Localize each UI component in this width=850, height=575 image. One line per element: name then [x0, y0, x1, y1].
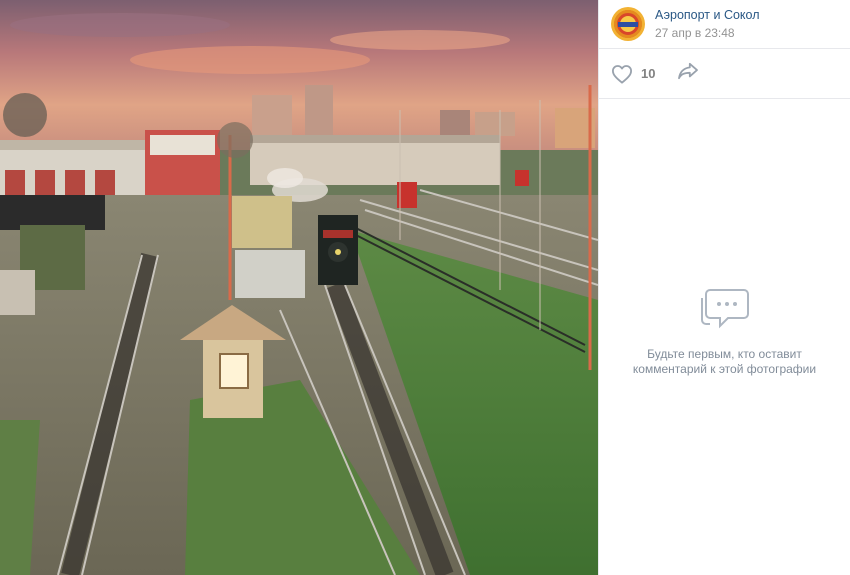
share-icon	[678, 62, 699, 80]
photo-viewer[interactable]	[0, 0, 598, 575]
post-meta: Аэропорт и Сокол 27 апр в 23:48	[655, 7, 760, 41]
heart-icon	[612, 64, 632, 84]
no-comments-placeholder: Будьте первым, кто оставит комментарий к…	[599, 284, 850, 377]
comment-bubble-icon	[700, 289, 749, 329]
no-comments-text: Будьте первым, кто оставит комментарий к…	[599, 347, 850, 377]
like-count: 10	[641, 66, 656, 81]
like-button[interactable]: 10	[611, 64, 655, 84]
no-comments-line2: комментарий к этой фотографии	[632, 362, 817, 376]
post-actions: 10	[599, 49, 850, 99]
author-name[interactable]: Аэропорт и Сокол	[655, 7, 760, 23]
avatar-logo-bar	[618, 22, 638, 27]
author-avatar[interactable]	[611, 7, 645, 41]
no-comments-line1: Будьте первым, кто оставит	[647, 347, 802, 361]
comments-panel: Аэропорт и Сокол 27 апр в 23:48 10 Будьт…	[598, 0, 850, 575]
post-header: Аэропорт и Сокол 27 апр в 23:48	[599, 0, 850, 49]
share-button[interactable]	[677, 62, 699, 85]
post-date[interactable]: 27 апр в 23:48	[655, 25, 760, 41]
railway-photo	[0, 0, 598, 575]
